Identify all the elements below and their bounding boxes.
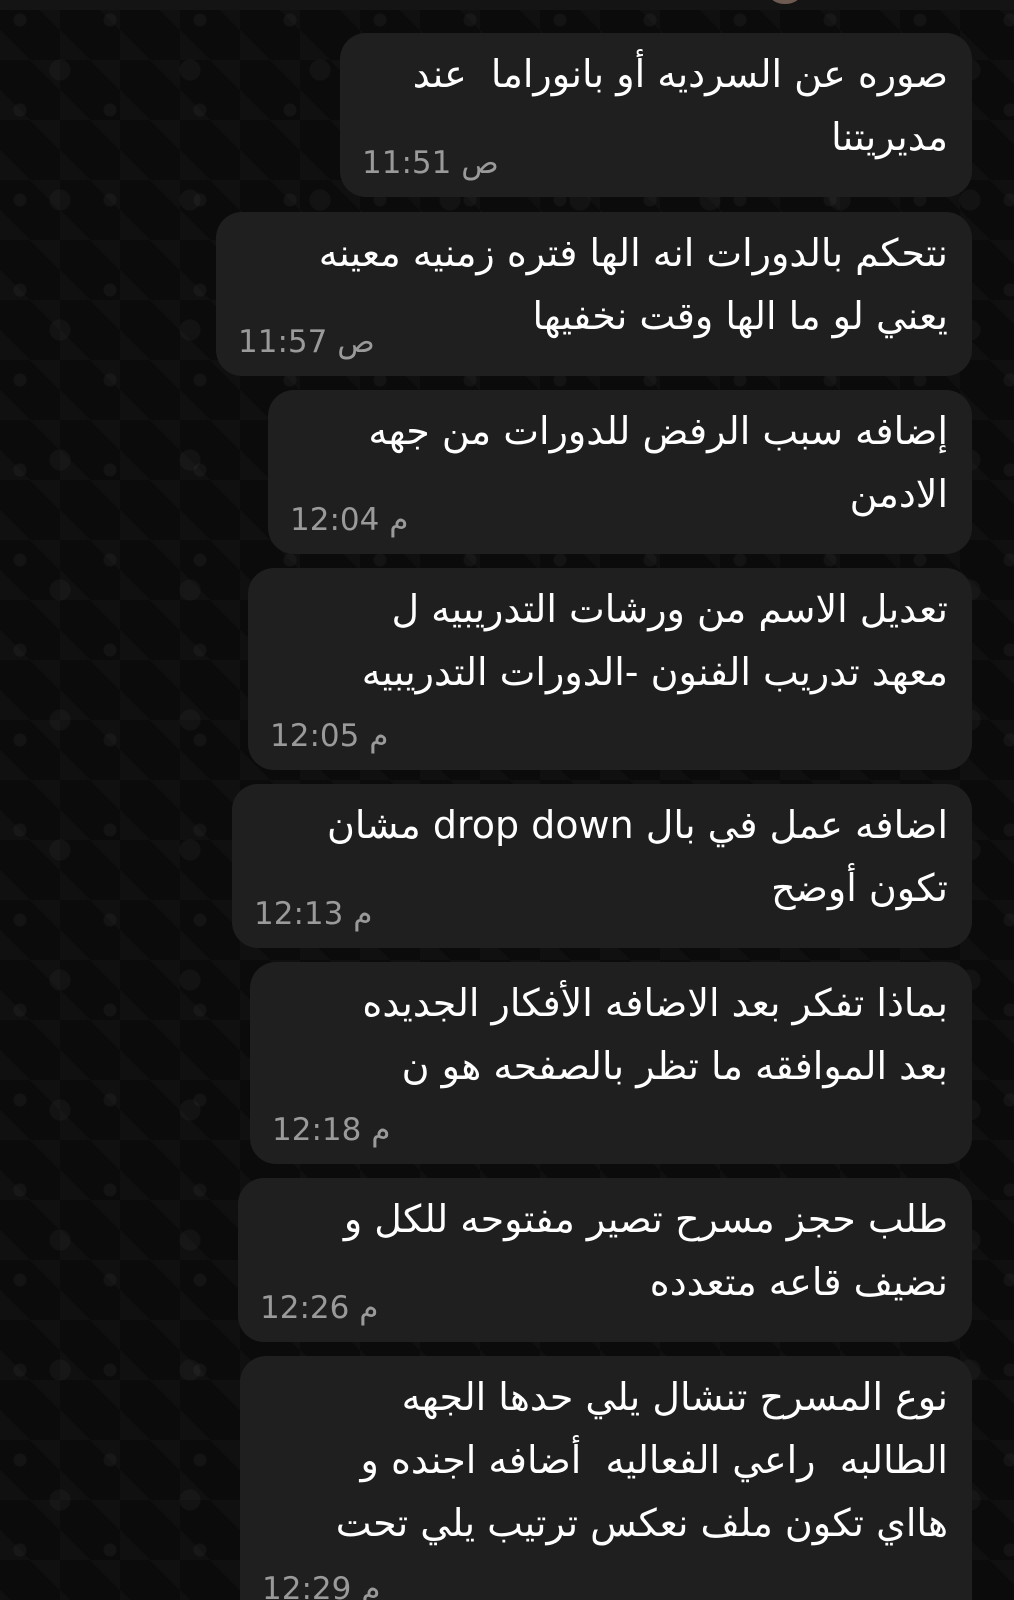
message-timestamp: 12:18 م (272, 1112, 391, 1148)
message-timestamp: 12:13 م (254, 896, 373, 932)
message-bubble-6[interactable]: بماذا تفكر بعد الاضافه الأفكار الجديده ب… (250, 962, 972, 1164)
message-bubble-3[interactable]: إضافه سبب الرفض للدورات من جهه الادمن 12… (268, 390, 972, 554)
message-text: نتحكم بالدورات انه الها فتره زمنيه معينه… (318, 231, 948, 338)
top-bar-edge (0, 0, 1014, 10)
chat-background: صوره عن السرديه أو بانوراما عند مديريتنا… (0, 0, 1014, 1600)
message-text: اضافه عمل في بال drop down مشان تكون أوض… (326, 803, 948, 910)
message-bubble-4[interactable]: تعديل الاسم من ورشات التدريبيه ل معهد تد… (248, 568, 972, 770)
message-timestamp: 11:51 ص (362, 145, 499, 181)
message-bubble-7[interactable]: طلب حجز مسرح تصير مفتوحه للكل و نضيف قاع… (238, 1178, 972, 1342)
message-text: بماذا تفكر بعد الاضافه الأفكار الجديده ب… (362, 981, 948, 1088)
message-bubble-8[interactable]: نوع المسرح تنشال يلي حدها الجهه الطالبه … (240, 1356, 972, 1600)
message-bubble-2[interactable]: نتحكم بالدورات انه الها فتره زمنيه معينه… (216, 212, 972, 376)
message-timestamp: 12:05 م (270, 718, 389, 754)
message-text: تعديل الاسم من ورشات التدريبيه ل معهد تد… (361, 587, 948, 694)
message-text: طلب حجز مسرح تصير مفتوحه للكل و نضيف قاع… (343, 1197, 948, 1304)
message-bubble-5[interactable]: اضافه عمل في بال drop down مشان تكون أوض… (232, 784, 972, 948)
message-timestamp: 11:57 ص (238, 324, 375, 360)
message-timestamp: 12:26 م (260, 1290, 379, 1326)
message-bubble-1[interactable]: صوره عن السرديه أو بانوراما عند مديريتنا… (340, 33, 972, 197)
message-text: إضافه سبب الرفض للدورات من جهه الادمن (368, 409, 948, 516)
message-timestamp: 12:29 م (262, 1571, 381, 1600)
message-timestamp: 12:04 م (290, 502, 409, 538)
message-text: نوع المسرح تنشال يلي حدها الجهه الطالبه … (335, 1375, 948, 1545)
